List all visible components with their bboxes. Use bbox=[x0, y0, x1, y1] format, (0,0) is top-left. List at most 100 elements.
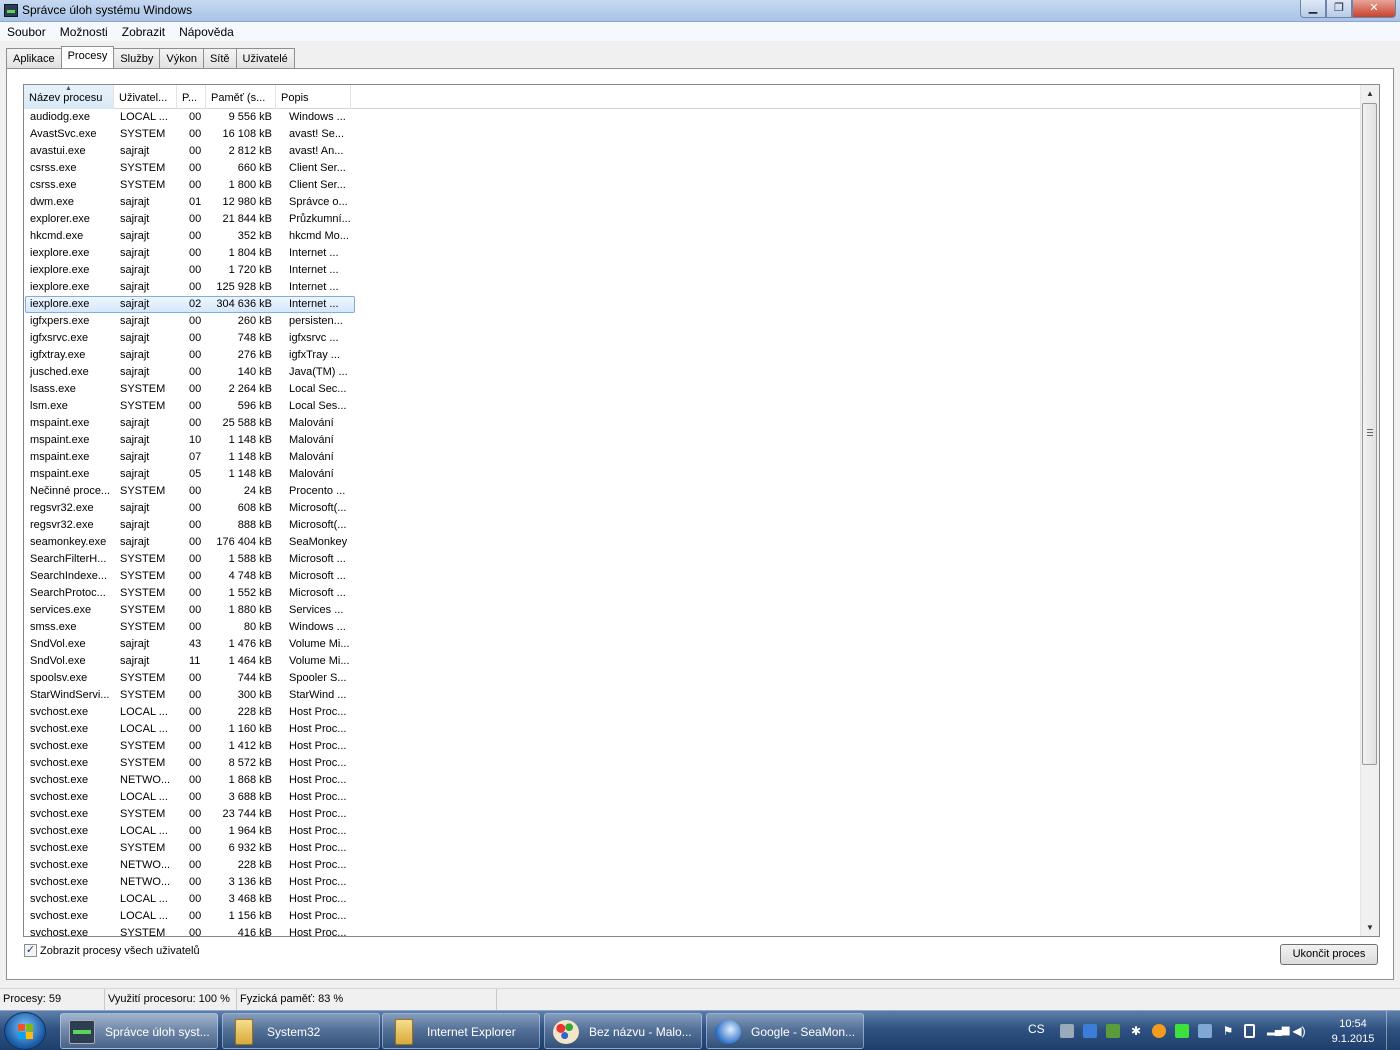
menu-help[interactable]: Nápověda bbox=[172, 22, 241, 41]
column-header-memory[interactable]: Paměť (s... bbox=[206, 85, 276, 109]
table-row[interactable]: svchost.exe NETWO... 00 228 kB Host Proc... bbox=[24, 857, 1361, 874]
start-button[interactable] bbox=[4, 1012, 46, 1050]
process-list[interactable]: ▲ Název procesu Uživatel... P... Paměť (… bbox=[23, 84, 1380, 937]
table-row[interactable]: explorer.exe sajrajt 00 21 844 kB Průzkumní.… bbox=[24, 211, 1361, 228]
power-icon[interactable] bbox=[1244, 1024, 1255, 1038]
green-status-icon[interactable] bbox=[1175, 1024, 1189, 1038]
table-row[interactable]: SndVol.exe sajrajt 43 1 476 kB Volume Mi... bbox=[24, 636, 1361, 653]
tab-performance[interactable]: Výkon bbox=[159, 48, 204, 68]
tab-applications[interactable]: Aplikace bbox=[6, 48, 62, 68]
table-row[interactable]: svchost.exe LOCAL ... 00 3 688 kB Host Proc.… bbox=[24, 789, 1361, 806]
table-row[interactable]: csrss.exe SYSTEM 00 660 kB Client Ser... bbox=[24, 160, 1361, 177]
tab-users[interactable]: Uživatelé bbox=[235, 48, 295, 68]
maximize-button[interactable]: ❐ bbox=[1326, 0, 1352, 18]
keyboard-icon[interactable] bbox=[1083, 1024, 1097, 1038]
table-row[interactable]: audiodg.exe LOCAL ... 00 9 556 kB Windows ..… bbox=[24, 109, 1361, 126]
table-row[interactable]: mspaint.exe sajrajt 07 1 148 kB Malování bbox=[24, 449, 1361, 466]
table-row[interactable]: svchost.exe LOCAL ... 00 1 964 kB Host Proc.… bbox=[24, 823, 1361, 840]
table-row[interactable]: Nečinné proce... SYSTEM 00 24 kB Procento ..… bbox=[24, 483, 1361, 500]
tab-processes[interactable]: Procesy bbox=[60, 46, 115, 68]
table-row[interactable]: iexplore.exe sajrajt 00 1 720 kB Internet ..… bbox=[24, 262, 1361, 279]
scrollbar-thumb[interactable] bbox=[1362, 103, 1377, 765]
scroll-up-arrow-icon[interactable]: ▲ bbox=[1361, 85, 1379, 102]
show-all-users-checkbox[interactable]: ✓ bbox=[24, 944, 37, 957]
table-row[interactable]: svchost.exe NETWO... 00 1 868 kB Host Proc..… bbox=[24, 772, 1361, 789]
tab-services[interactable]: Služby bbox=[113, 48, 161, 68]
table-row[interactable]: SearchIndexe... SYSTEM 00 4 748 kB Microsoft… bbox=[24, 568, 1361, 585]
show-all-users-option[interactable]: ✓ Zobrazit procesy všech uživatelů bbox=[24, 944, 200, 957]
taskbar-item-system32[interactable]: System32 bbox=[222, 1013, 380, 1049]
table-row[interactable]: svchost.exe SYSTEM 00 23 744 kB Host Proc... bbox=[24, 806, 1361, 823]
volume-icon[interactable]: ◀) bbox=[1292, 1024, 1306, 1038]
cell-cpu: 00 bbox=[189, 349, 202, 361]
clock[interactable]: 10:54 9.1.2015 bbox=[1323, 1017, 1383, 1047]
network-signal-icon[interactable]: ▂▄▆ bbox=[1267, 1024, 1289, 1038]
table-row[interactable]: igfxpers.exe sajrajt 00 260 kB persisten... bbox=[24, 313, 1361, 330]
end-process-button[interactable]: Ukončit proces bbox=[1280, 944, 1378, 965]
table-row[interactable]: svchost.exe SYSTEM 00 1 412 kB Host Proc... bbox=[24, 738, 1361, 755]
tab-networking[interactable]: Sítě bbox=[202, 48, 237, 68]
scroll-down-arrow-icon[interactable]: ▼ bbox=[1361, 919, 1379, 936]
table-row[interactable]: regsvr32.exe sajrajt 00 608 kB Microsoft(... bbox=[24, 500, 1361, 517]
table-row[interactable]: iexplore.exe sajrajt 02 304 636 kB Internet … bbox=[24, 296, 1361, 313]
table-row[interactable]: services.exe SYSTEM 00 1 880 kB Services ... bbox=[24, 602, 1361, 619]
table-row[interactable]: igfxtray.exe sajrajt 00 276 kB igfxTray ... bbox=[24, 347, 1361, 364]
taskbar-item-task-manager[interactable]: Správce úloh syst... bbox=[60, 1013, 218, 1049]
avast-icon[interactable] bbox=[1152, 1024, 1166, 1038]
column-header-filler bbox=[351, 85, 1361, 109]
table-row[interactable]: regsvr32.exe sajrajt 00 888 kB Microsoft(... bbox=[24, 517, 1361, 534]
column-header-description[interactable]: Popis bbox=[276, 85, 351, 109]
table-row[interactable]: jusched.exe sajrajt 00 140 kB Java(TM) ... bbox=[24, 364, 1361, 381]
intel-graphics-icon[interactable] bbox=[1198, 1024, 1212, 1038]
table-row[interactable]: mspaint.exe sajrajt 05 1 148 kB Malování bbox=[24, 466, 1361, 483]
cell-process-name: iexplore.exe bbox=[30, 264, 90, 276]
column-header-name[interactable]: ▲ Název procesu bbox=[24, 85, 114, 109]
table-row[interactable]: spoolsv.exe SYSTEM 00 744 kB Spooler S... bbox=[24, 670, 1361, 687]
table-row[interactable]: mspaint.exe sajrajt 10 1 148 kB Malování bbox=[24, 432, 1361, 449]
table-row[interactable]: lsm.exe SYSTEM 00 596 kB Local Ses... bbox=[24, 398, 1361, 415]
show-desktop-button[interactable] bbox=[1386, 1011, 1400, 1050]
vertical-scrollbar[interactable]: ▲ ▼ bbox=[1360, 85, 1379, 936]
table-row[interactable]: StarWindServi... SYSTEM 00 300 kB StarWind .… bbox=[24, 687, 1361, 704]
table-row[interactable]: iexplore.exe sajrajt 00 1 804 kB Internet ..… bbox=[24, 245, 1361, 262]
table-row[interactable]: svchost.exe LOCAL ... 00 1 160 kB Host Proc.… bbox=[24, 721, 1361, 738]
column-header-cpu[interactable]: P... bbox=[177, 85, 206, 109]
table-row[interactable]: svchost.exe LOCAL ... 00 3 468 kB Host Proc.… bbox=[24, 891, 1361, 908]
language-indicator[interactable]: CS bbox=[1028, 1022, 1045, 1036]
table-row[interactable]: hkcmd.exe sajrajt 00 352 kB hkcmd Mo... bbox=[24, 228, 1361, 245]
bluetooth-icon[interactable]: ✱ bbox=[1129, 1024, 1143, 1038]
safely-remove-icon[interactable] bbox=[1106, 1024, 1120, 1038]
action-center-flag-icon[interactable]: ⚑ bbox=[1221, 1024, 1235, 1038]
table-row[interactable]: SearchProtoc... SYSTEM 00 1 552 kB Microsoft… bbox=[24, 585, 1361, 602]
taskbar-item-internet-explorer[interactable]: Internet Explorer bbox=[382, 1013, 540, 1049]
table-row[interactable]: mspaint.exe sajrajt 00 25 588 kB Malování bbox=[24, 415, 1361, 432]
table-row[interactable]: seamonkey.exe sajrajt 00 176 404 kB SeaMonke… bbox=[24, 534, 1361, 551]
table-row[interactable]: iexplore.exe sajrajt 00 125 928 kB Internet … bbox=[24, 279, 1361, 296]
column-header-user[interactable]: Uživatel... bbox=[114, 85, 177, 109]
table-row[interactable]: csrss.exe SYSTEM 00 1 800 kB Client Ser... bbox=[24, 177, 1361, 194]
table-row[interactable]: dwm.exe sajrajt 01 12 980 kB Správce o... bbox=[24, 194, 1361, 211]
table-row[interactable]: avastui.exe sajrajt 00 2 812 kB avast! An... bbox=[24, 143, 1361, 160]
menu-view[interactable]: Zobrazit bbox=[115, 22, 172, 41]
table-row[interactable]: svchost.exe SYSTEM 00 8 572 kB Host Proc... bbox=[24, 755, 1361, 772]
cell-description: Host Proc... bbox=[289, 910, 347, 922]
menu-file[interactable]: Soubor bbox=[0, 22, 53, 41]
taskbar-item-seamonkey[interactable]: Google - SeaMon... bbox=[706, 1013, 864, 1049]
table-row[interactable]: svchost.exe LOCAL ... 00 228 kB Host Proc... bbox=[24, 704, 1361, 721]
cell-memory: 608 kB bbox=[237, 502, 272, 514]
table-row[interactable]: svchost.exe SYSTEM 00 6 932 kB Host Proc... bbox=[24, 840, 1361, 857]
table-row[interactable]: svchost.exe LOCAL ... 00 1 156 kB Host Proc.… bbox=[24, 908, 1361, 925]
table-row[interactable]: lsass.exe SYSTEM 00 2 264 kB Local Sec... bbox=[24, 381, 1361, 398]
taskbar-item-paint[interactable]: Bez názvu - Malo... bbox=[544, 1013, 702, 1049]
table-row[interactable]: smss.exe SYSTEM 00 80 kB Windows ... bbox=[24, 619, 1361, 636]
network-drive-icon[interactable] bbox=[1060, 1024, 1074, 1038]
close-button[interactable]: ✕ bbox=[1352, 0, 1396, 18]
menu-options[interactable]: Možnosti bbox=[53, 22, 115, 41]
table-row[interactable]: svchost.exe NETWO... 00 3 136 kB Host Proc..… bbox=[24, 874, 1361, 891]
table-row[interactable]: svchost.exe SYSTEM 00 416 kB Host Proc... bbox=[24, 925, 1361, 936]
table-row[interactable]: igfxsrvc.exe sajrajt 00 748 kB igfxsrvc ... bbox=[24, 330, 1361, 347]
table-row[interactable]: AvastSvc.exe SYSTEM 00 16 108 kB avast! Se..… bbox=[24, 126, 1361, 143]
table-row[interactable]: SndVol.exe sajrajt 11 1 464 kB Volume Mi... bbox=[24, 653, 1361, 670]
table-row[interactable]: SearchFilterH... SYSTEM 00 1 588 kB Microsof… bbox=[24, 551, 1361, 568]
minimize-button[interactable]: ▁ bbox=[1300, 0, 1326, 18]
